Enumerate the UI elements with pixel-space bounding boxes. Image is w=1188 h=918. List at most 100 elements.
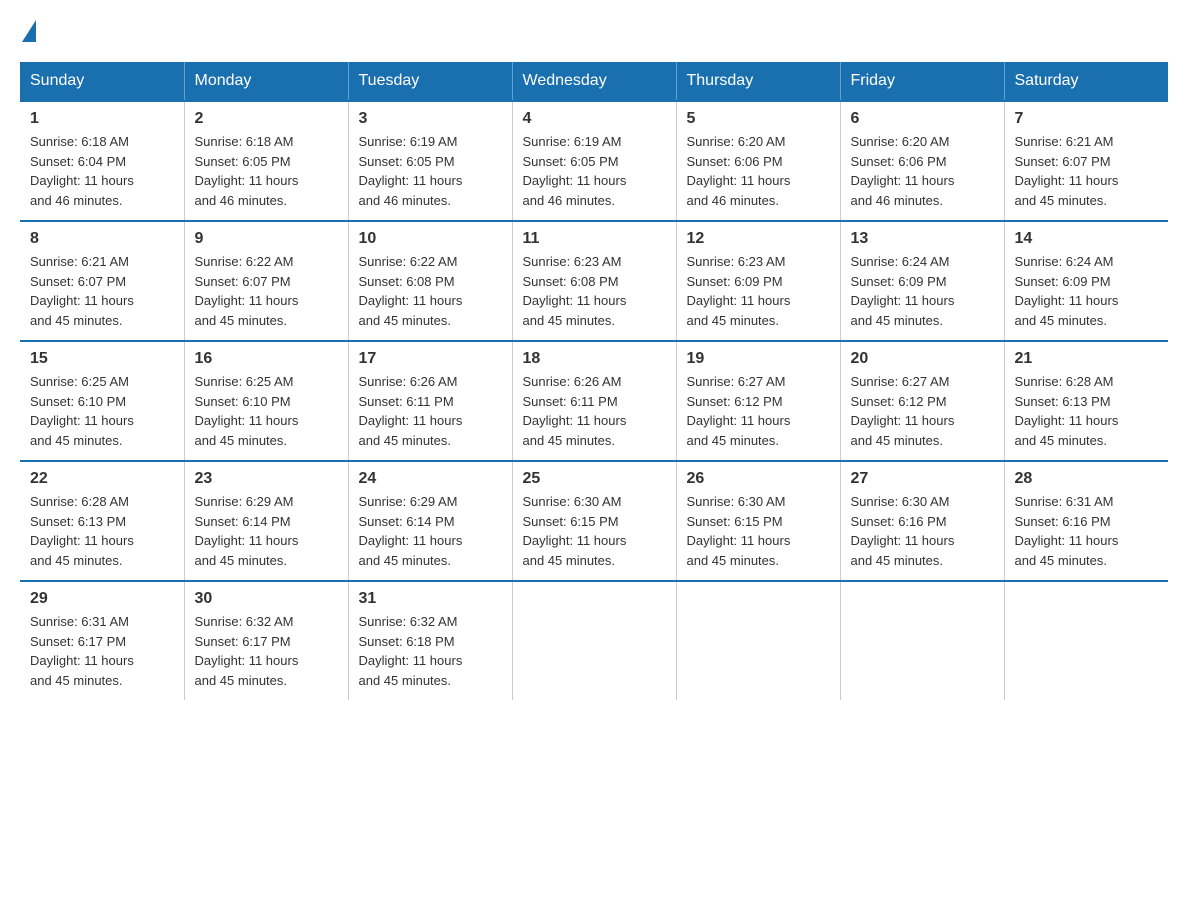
day-number: 19 bbox=[687, 350, 830, 368]
calendar-body: 1 Sunrise: 6:18 AM Sunset: 6:04 PM Dayli… bbox=[20, 101, 1168, 700]
calendar-cell: 6 Sunrise: 6:20 AM Sunset: 6:06 PM Dayli… bbox=[840, 101, 1004, 221]
calendar-cell: 11 Sunrise: 6:23 AM Sunset: 6:08 PM Dayl… bbox=[512, 221, 676, 341]
day-info: Sunrise: 6:20 AM Sunset: 6:06 PM Dayligh… bbox=[851, 132, 994, 210]
calendar-cell: 25 Sunrise: 6:30 AM Sunset: 6:15 PM Dayl… bbox=[512, 461, 676, 581]
day-number: 5 bbox=[687, 110, 830, 128]
calendar-cell: 17 Sunrise: 6:26 AM Sunset: 6:11 PM Dayl… bbox=[348, 341, 512, 461]
calendar-cell: 31 Sunrise: 6:32 AM Sunset: 6:18 PM Dayl… bbox=[348, 581, 512, 700]
day-info: Sunrise: 6:31 AM Sunset: 6:17 PM Dayligh… bbox=[30, 612, 174, 690]
day-number: 14 bbox=[1015, 230, 1159, 248]
day-number: 1 bbox=[30, 110, 174, 128]
calendar-table: SundayMondayTuesdayWednesdayThursdayFrid… bbox=[20, 62, 1168, 700]
day-number: 28 bbox=[1015, 470, 1159, 488]
weekday-header-tuesday: Tuesday bbox=[348, 62, 512, 101]
calendar-cell: 14 Sunrise: 6:24 AM Sunset: 6:09 PM Dayl… bbox=[1004, 221, 1168, 341]
day-number: 16 bbox=[195, 350, 338, 368]
day-number: 25 bbox=[523, 470, 666, 488]
day-number: 6 bbox=[851, 110, 994, 128]
day-info: Sunrise: 6:32 AM Sunset: 6:17 PM Dayligh… bbox=[195, 612, 338, 690]
day-info: Sunrise: 6:31 AM Sunset: 6:16 PM Dayligh… bbox=[1015, 492, 1159, 570]
day-info: Sunrise: 6:25 AM Sunset: 6:10 PM Dayligh… bbox=[30, 372, 174, 450]
calendar-cell: 5 Sunrise: 6:20 AM Sunset: 6:06 PM Dayli… bbox=[676, 101, 840, 221]
weekday-header-monday: Monday bbox=[184, 62, 348, 101]
calendar-cell: 24 Sunrise: 6:29 AM Sunset: 6:14 PM Dayl… bbox=[348, 461, 512, 581]
calendar-week-5: 29 Sunrise: 6:31 AM Sunset: 6:17 PM Dayl… bbox=[20, 581, 1168, 700]
day-info: Sunrise: 6:28 AM Sunset: 6:13 PM Dayligh… bbox=[30, 492, 174, 570]
day-number: 26 bbox=[687, 470, 830, 488]
calendar-cell: 30 Sunrise: 6:32 AM Sunset: 6:17 PM Dayl… bbox=[184, 581, 348, 700]
weekday-header-wednesday: Wednesday bbox=[512, 62, 676, 101]
calendar-cell: 12 Sunrise: 6:23 AM Sunset: 6:09 PM Dayl… bbox=[676, 221, 840, 341]
page-header bbox=[20, 20, 1168, 42]
calendar-week-3: 15 Sunrise: 6:25 AM Sunset: 6:10 PM Dayl… bbox=[20, 341, 1168, 461]
calendar-cell: 15 Sunrise: 6:25 AM Sunset: 6:10 PM Dayl… bbox=[20, 341, 184, 461]
day-info: Sunrise: 6:23 AM Sunset: 6:08 PM Dayligh… bbox=[523, 252, 666, 330]
logo bbox=[20, 20, 38, 42]
day-number: 31 bbox=[359, 590, 502, 608]
day-number: 21 bbox=[1015, 350, 1159, 368]
day-number: 4 bbox=[523, 110, 666, 128]
day-info: Sunrise: 6:19 AM Sunset: 6:05 PM Dayligh… bbox=[523, 132, 666, 210]
calendar-cell: 8 Sunrise: 6:21 AM Sunset: 6:07 PM Dayli… bbox=[20, 221, 184, 341]
day-number: 8 bbox=[30, 230, 174, 248]
day-info: Sunrise: 6:19 AM Sunset: 6:05 PM Dayligh… bbox=[359, 132, 502, 210]
day-info: Sunrise: 6:22 AM Sunset: 6:07 PM Dayligh… bbox=[195, 252, 338, 330]
calendar-cell: 1 Sunrise: 6:18 AM Sunset: 6:04 PM Dayli… bbox=[20, 101, 184, 221]
calendar-cell: 22 Sunrise: 6:28 AM Sunset: 6:13 PM Dayl… bbox=[20, 461, 184, 581]
calendar-cell: 23 Sunrise: 6:29 AM Sunset: 6:14 PM Dayl… bbox=[184, 461, 348, 581]
calendar-cell: 20 Sunrise: 6:27 AM Sunset: 6:12 PM Dayl… bbox=[840, 341, 1004, 461]
day-number: 23 bbox=[195, 470, 338, 488]
calendar-cell: 19 Sunrise: 6:27 AM Sunset: 6:12 PM Dayl… bbox=[676, 341, 840, 461]
calendar-cell: 13 Sunrise: 6:24 AM Sunset: 6:09 PM Dayl… bbox=[840, 221, 1004, 341]
calendar-cell bbox=[840, 581, 1004, 700]
calendar-week-1: 1 Sunrise: 6:18 AM Sunset: 6:04 PM Dayli… bbox=[20, 101, 1168, 221]
day-info: Sunrise: 6:30 AM Sunset: 6:15 PM Dayligh… bbox=[687, 492, 830, 570]
day-info: Sunrise: 6:29 AM Sunset: 6:14 PM Dayligh… bbox=[359, 492, 502, 570]
calendar-cell: 3 Sunrise: 6:19 AM Sunset: 6:05 PM Dayli… bbox=[348, 101, 512, 221]
day-number: 30 bbox=[195, 590, 338, 608]
calendar-cell: 28 Sunrise: 6:31 AM Sunset: 6:16 PM Dayl… bbox=[1004, 461, 1168, 581]
day-info: Sunrise: 6:30 AM Sunset: 6:15 PM Dayligh… bbox=[523, 492, 666, 570]
logo-triangle-icon bbox=[22, 20, 36, 42]
calendar-cell: 10 Sunrise: 6:22 AM Sunset: 6:08 PM Dayl… bbox=[348, 221, 512, 341]
day-number: 27 bbox=[851, 470, 994, 488]
day-info: Sunrise: 6:23 AM Sunset: 6:09 PM Dayligh… bbox=[687, 252, 830, 330]
weekday-header-saturday: Saturday bbox=[1004, 62, 1168, 101]
calendar-cell: 18 Sunrise: 6:26 AM Sunset: 6:11 PM Dayl… bbox=[512, 341, 676, 461]
day-number: 29 bbox=[30, 590, 174, 608]
day-number: 15 bbox=[30, 350, 174, 368]
calendar-cell: 2 Sunrise: 6:18 AM Sunset: 6:05 PM Dayli… bbox=[184, 101, 348, 221]
calendar-cell: 7 Sunrise: 6:21 AM Sunset: 6:07 PM Dayli… bbox=[1004, 101, 1168, 221]
day-number: 3 bbox=[359, 110, 502, 128]
weekday-header-friday: Friday bbox=[840, 62, 1004, 101]
day-info: Sunrise: 6:27 AM Sunset: 6:12 PM Dayligh… bbox=[687, 372, 830, 450]
calendar-cell: 27 Sunrise: 6:30 AM Sunset: 6:16 PM Dayl… bbox=[840, 461, 1004, 581]
day-info: Sunrise: 6:24 AM Sunset: 6:09 PM Dayligh… bbox=[851, 252, 994, 330]
day-info: Sunrise: 6:24 AM Sunset: 6:09 PM Dayligh… bbox=[1015, 252, 1159, 330]
day-info: Sunrise: 6:26 AM Sunset: 6:11 PM Dayligh… bbox=[523, 372, 666, 450]
day-info: Sunrise: 6:25 AM Sunset: 6:10 PM Dayligh… bbox=[195, 372, 338, 450]
calendar-cell: 4 Sunrise: 6:19 AM Sunset: 6:05 PM Dayli… bbox=[512, 101, 676, 221]
calendar-cell: 9 Sunrise: 6:22 AM Sunset: 6:07 PM Dayli… bbox=[184, 221, 348, 341]
day-info: Sunrise: 6:18 AM Sunset: 6:04 PM Dayligh… bbox=[30, 132, 174, 210]
calendar-cell bbox=[1004, 581, 1168, 700]
calendar-cell bbox=[676, 581, 840, 700]
day-number: 13 bbox=[851, 230, 994, 248]
day-info: Sunrise: 6:30 AM Sunset: 6:16 PM Dayligh… bbox=[851, 492, 994, 570]
day-number: 22 bbox=[30, 470, 174, 488]
calendar-cell bbox=[512, 581, 676, 700]
calendar-header: SundayMondayTuesdayWednesdayThursdayFrid… bbox=[20, 62, 1168, 101]
day-info: Sunrise: 6:26 AM Sunset: 6:11 PM Dayligh… bbox=[359, 372, 502, 450]
weekday-header-sunday: Sunday bbox=[20, 62, 184, 101]
day-number: 2 bbox=[195, 110, 338, 128]
weekday-header-row: SundayMondayTuesdayWednesdayThursdayFrid… bbox=[20, 62, 1168, 101]
day-info: Sunrise: 6:21 AM Sunset: 6:07 PM Dayligh… bbox=[30, 252, 174, 330]
day-info: Sunrise: 6:20 AM Sunset: 6:06 PM Dayligh… bbox=[687, 132, 830, 210]
calendar-week-2: 8 Sunrise: 6:21 AM Sunset: 6:07 PM Dayli… bbox=[20, 221, 1168, 341]
day-number: 11 bbox=[523, 230, 666, 248]
day-number: 20 bbox=[851, 350, 994, 368]
day-number: 18 bbox=[523, 350, 666, 368]
day-number: 12 bbox=[687, 230, 830, 248]
day-number: 10 bbox=[359, 230, 502, 248]
day-info: Sunrise: 6:29 AM Sunset: 6:14 PM Dayligh… bbox=[195, 492, 338, 570]
